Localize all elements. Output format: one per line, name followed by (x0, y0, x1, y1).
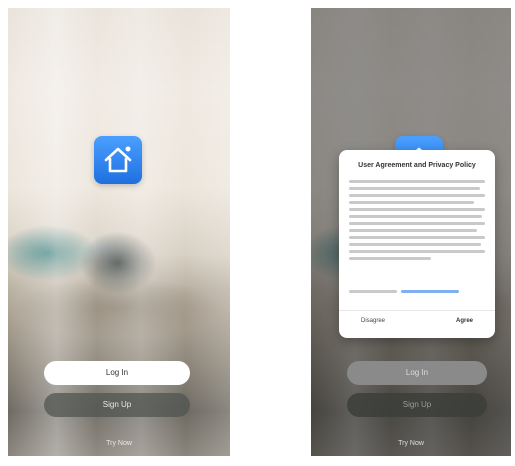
policy-dialog: User Agreement and Privacy Policy Disagr… (339, 150, 495, 338)
link-prefix-text (349, 290, 397, 293)
welcome-screen-with-policy-dialog: Log In Sign Up Try Now User Agreement an… (311, 8, 511, 456)
signup-button: Sign Up (347, 393, 487, 417)
home-icon (104, 146, 132, 173)
text-line (349, 208, 485, 211)
disagree-button[interactable]: Disagree (361, 318, 385, 324)
text-line (349, 236, 485, 239)
login-button[interactable]: Log In (44, 361, 190, 385)
welcome-screen: Log In Sign Up Try Now (8, 8, 230, 456)
text-line (349, 180, 485, 183)
text-line (349, 215, 483, 218)
text-line (349, 229, 477, 232)
text-line (349, 222, 485, 225)
screenshot-stage: Log In Sign Up Try Now Log In Sign Up Tr… (0, 0, 515, 466)
text-line (349, 250, 485, 253)
agree-button[interactable]: Agree (456, 318, 473, 324)
signup-button[interactable]: Sign Up (44, 393, 190, 417)
divider (339, 310, 495, 311)
dialog-title: User Agreement and Privacy Policy (358, 162, 476, 169)
policy-links[interactable] (349, 290, 459, 294)
text-line (349, 201, 475, 204)
dialog-body-text (349, 180, 485, 280)
text-line (349, 243, 481, 246)
privacy-policy-link[interactable] (401, 290, 459, 293)
try-now-link: Try Now (398, 440, 424, 447)
app-logo (94, 136, 142, 184)
text-line (349, 257, 431, 260)
text-line (349, 187, 480, 190)
try-now-link[interactable]: Try Now (8, 440, 230, 447)
login-button: Log In (347, 361, 487, 385)
background-photo (8, 8, 230, 456)
text-line (349, 194, 485, 197)
